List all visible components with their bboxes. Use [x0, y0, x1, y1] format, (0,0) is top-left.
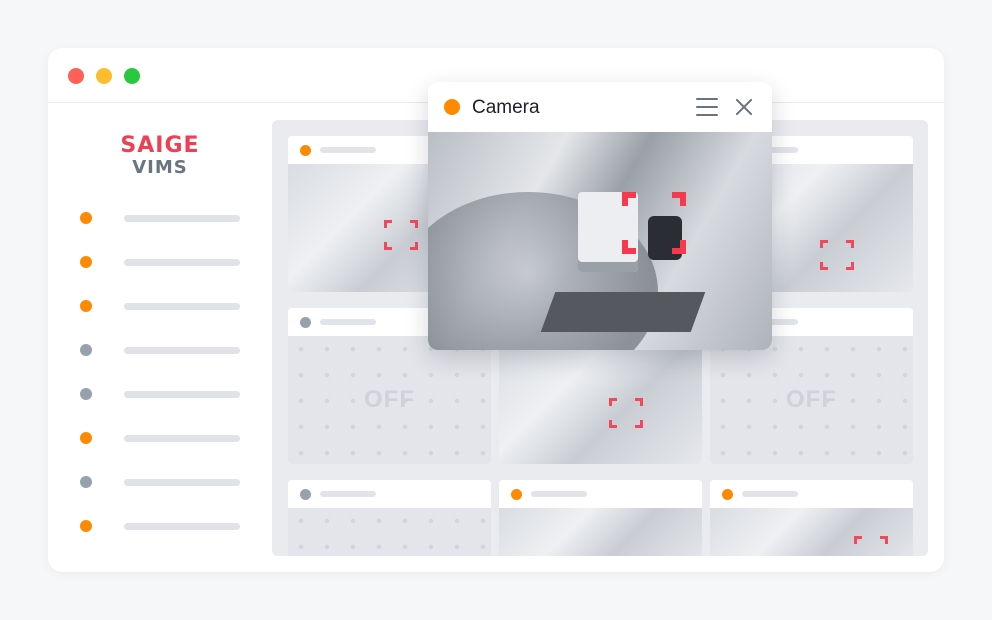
off-label: OFF [786, 386, 837, 413]
status-dot-icon [80, 344, 92, 356]
camera-tile[interactable] [288, 480, 491, 556]
camera-tile-header [288, 480, 491, 508]
status-dot-icon [80, 520, 92, 532]
sidebar-item[interactable] [80, 344, 248, 356]
status-dot-icon [300, 317, 311, 328]
sidebar-item-placeholder [124, 479, 240, 486]
window-close-button[interactable] [68, 68, 84, 84]
sidebar-item-placeholder [124, 347, 240, 354]
sidebar-item[interactable] [80, 476, 248, 488]
camera-tile[interactable] [710, 480, 913, 556]
camera-feed-thumbnail [710, 508, 913, 556]
detection-box-icon [854, 536, 888, 556]
status-dot-icon [80, 432, 92, 444]
window-minimize-button[interactable] [96, 68, 112, 84]
sidebar-item[interactable] [80, 388, 248, 400]
camera-off-view [288, 508, 491, 556]
sidebar-item-placeholder [124, 303, 240, 310]
logo-line-2: VIMS [132, 157, 188, 178]
detection-box-icon [820, 240, 854, 270]
status-dot-icon [80, 476, 92, 488]
status-dot-icon [300, 489, 311, 500]
camera-tile-header [710, 480, 913, 508]
close-icon[interactable] [734, 97, 754, 117]
sidebar-item[interactable] [80, 212, 248, 224]
saige-vims-logo: SAIGE VIMS [112, 134, 208, 178]
sidebar-item-placeholder [124, 391, 240, 398]
off-label: OFF [364, 386, 415, 413]
camera-name-placeholder [320, 319, 376, 325]
sidebar-item[interactable] [80, 256, 248, 268]
sidebar-item[interactable] [80, 300, 248, 312]
status-dot-icon [80, 212, 92, 224]
status-dot-icon [300, 145, 311, 156]
camera-name-placeholder [531, 491, 587, 497]
sidebar-item-placeholder [124, 215, 240, 222]
status-dot-icon [444, 99, 460, 115]
status-dot-icon [80, 256, 92, 268]
status-dot-icon [80, 388, 92, 400]
camera-off-view: OFF [710, 336, 913, 464]
camera-popup: Camera [428, 82, 772, 350]
camera-name-placeholder [742, 491, 798, 497]
status-dot-icon [511, 489, 522, 500]
window-zoom-button[interactable] [124, 68, 140, 84]
camera-feed-thumbnail [499, 336, 702, 464]
status-dot-icon [722, 489, 733, 500]
camera-name-placeholder [320, 491, 376, 497]
popup-title: Camera [472, 97, 540, 118]
camera-name-placeholder [320, 147, 376, 153]
feed-base-plate [540, 292, 706, 332]
logo-line-1: SAIGE [120, 133, 200, 158]
detection-box-icon [622, 192, 686, 254]
sidebar-item[interactable] [80, 432, 248, 444]
camera-feed-thumbnail [499, 508, 702, 556]
status-dot-icon [80, 300, 92, 312]
sidebar-item-placeholder [124, 435, 240, 442]
camera-off-view: OFF [288, 336, 491, 464]
sidebar-item[interactable] [80, 520, 248, 532]
popup-header: Camera [428, 82, 772, 132]
camera-tile[interactable] [499, 480, 702, 556]
sidebar-item-placeholder [124, 523, 240, 530]
camera-feed-view[interactable] [428, 132, 772, 350]
hamburger-menu-icon[interactable] [696, 98, 718, 116]
sidebar-item-placeholder [124, 259, 240, 266]
camera-tile-header [499, 480, 702, 508]
detection-box-icon [384, 220, 418, 250]
detection-box-icon [609, 398, 643, 428]
